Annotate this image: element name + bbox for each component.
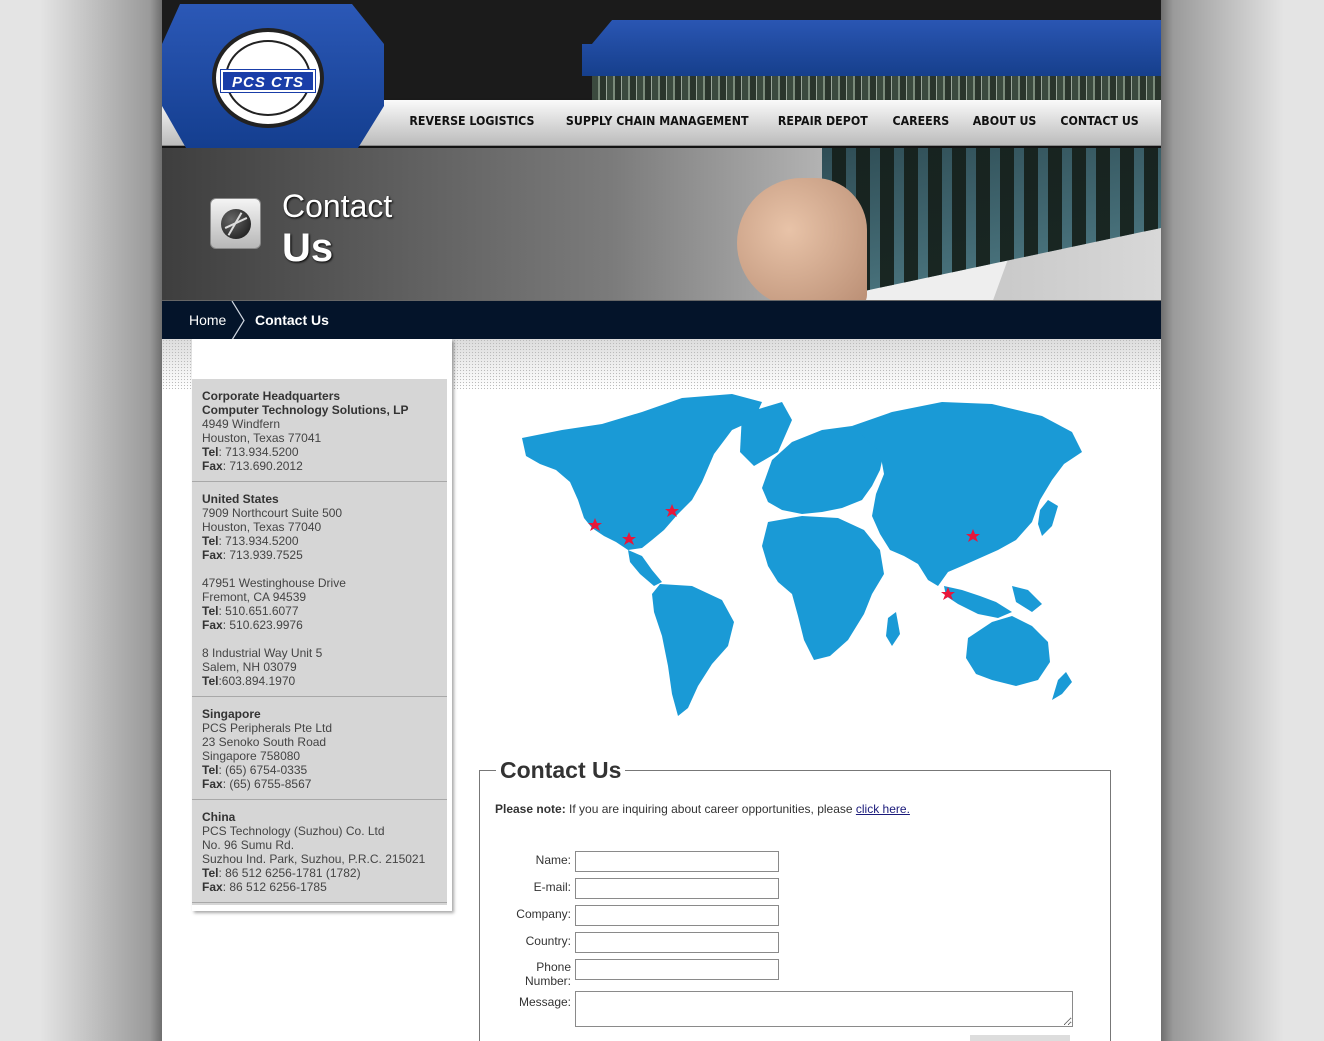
banner-hand-image [737,178,867,300]
phone-label: Phone Number: [524,960,571,988]
nav-reverse-logistics[interactable]: REVERSE LOGISTICS [401,114,543,128]
message-label: Message: [518,995,571,1009]
nav-supply-chain-management[interactable]: SUPPLY CHAIN MANAGEMENT [558,114,757,128]
office-united-states: United States 7909 Northcourt Suite 500 … [192,482,447,697]
page-title-line2: Us [282,226,334,270]
career-note: Please note: If you are inquiring about … [495,802,910,816]
logo[interactable]: PCS CTS [212,28,324,128]
office-china: China PCS Technology (Suzhou) Co. Ltd No… [192,800,447,903]
message-textarea[interactable] [575,991,1073,1027]
globe-icon [210,198,261,249]
breadcrumb-current: Contact Us [255,312,329,328]
map-asia [852,402,1082,586]
contact-form-legend: Contact Us [496,757,626,784]
logo-text: PCS CTS [220,69,316,93]
main-nav: REVERSE LOGISTICS SUPPLY CHAIN MANAGEMEN… [395,114,1151,128]
nav-contact-us[interactable]: CONTACT US [1052,114,1147,128]
header-circuit-image [592,76,1161,102]
map-africa [762,516,884,660]
page-title-line1: Contact [282,188,393,224]
careers-link[interactable]: click here. [856,802,910,816]
world-map [522,394,1082,716]
page: PCS CTS REVERSE LOGISTICS SUPPLY CHAIN M… [162,0,1161,1041]
breadcrumb: Home Contact Us [162,300,1161,340]
phone-input[interactable] [575,959,779,980]
map-north-america [522,394,762,550]
office-hq: Corporate Headquarters Computer Technolo… [192,379,447,482]
company-label: Company: [516,907,571,921]
header: PCS CTS REVERSE LOGISTICS SUPPLY CHAIN M… [162,0,1161,148]
nav-repair-depot[interactable]: REPAIR DEPOT [770,114,876,128]
office-sidebar: Corporate Headquarters Computer Technolo… [192,339,452,911]
country-input[interactable] [575,932,779,953]
country-label: Country: [525,934,571,948]
name-label: Name: [535,853,571,867]
contact-form: Contact Us Please note: If you are inqui… [479,757,1111,1041]
breadcrumb-separator-icon [231,301,245,340]
map-australia [966,616,1050,686]
email-input[interactable] [575,878,779,899]
office-singapore: Singapore PCS Peripherals Pte Ltd 23 Sen… [192,697,447,800]
email-label: E-mail: [533,880,571,894]
company-input[interactable] [575,905,779,926]
nav-careers[interactable]: CAREERS [884,114,957,128]
breadcrumb-home[interactable]: Home [189,312,226,328]
map-south-america [652,584,734,716]
nav-about-us[interactable]: ABOUT US [964,114,1044,128]
page-banner: Contact Us [162,148,1161,300]
submit-button[interactable] [970,1035,1070,1041]
name-input[interactable] [575,851,779,872]
